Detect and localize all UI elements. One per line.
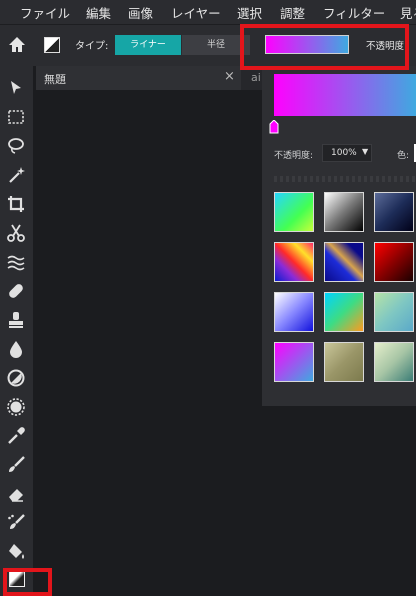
type-linear-button[interactable]: ライナー	[115, 35, 181, 55]
menu-layer[interactable]: レイヤー	[171, 3, 221, 22]
home-icon[interactable]	[7, 35, 27, 55]
gradient-icon	[44, 37, 60, 53]
highlight-box-gradient-tool	[3, 568, 52, 596]
menu-file[interactable]: ファイル	[20, 3, 70, 22]
highlight-box-gradient-preview	[240, 24, 409, 70]
color-label: 色:	[397, 151, 410, 161]
divider	[274, 176, 416, 182]
menu-image[interactable]: 画像	[128, 3, 153, 22]
gradient-preset[interactable]	[274, 192, 314, 232]
crop-icon[interactable]	[6, 194, 26, 214]
gradient-preset[interactable]	[324, 292, 364, 332]
brush-icon[interactable]	[6, 455, 26, 475]
opacity-value: 100%	[331, 148, 357, 158]
menu-edit[interactable]: 編集	[86, 3, 111, 22]
gradient-preset[interactable]	[374, 292, 414, 332]
sponge-icon[interactable]	[6, 397, 26, 417]
stamp-icon[interactable]	[6, 310, 26, 330]
chevron-down-icon: ▼	[362, 147, 369, 156]
panel-opacity-label: 不透明度:	[274, 151, 314, 161]
gradient-preset[interactable]	[374, 342, 414, 382]
gradient-preset[interactable]	[324, 242, 364, 282]
type-label: タイプ:	[75, 41, 109, 52]
tab-title: 無題	[44, 73, 66, 86]
tab-active[interactable]: 無題 ×	[36, 66, 241, 90]
menu-view[interactable]: 見る	[400, 3, 416, 22]
gradient-preset[interactable]	[274, 242, 314, 282]
blur-icon[interactable]	[6, 339, 26, 359]
gradient-editor-preview[interactable]	[274, 74, 416, 116]
gradient-preset[interactable]	[274, 292, 314, 332]
eraser-icon[interactable]	[6, 484, 26, 504]
move-icon[interactable]	[6, 78, 26, 98]
menu-adjust[interactable]: 調整	[280, 3, 305, 22]
tab-next[interactable]: ai	[251, 71, 261, 84]
scissors-icon[interactable]	[6, 223, 26, 243]
gradient-preset[interactable]	[374, 242, 414, 282]
eyedropper-icon[interactable]	[6, 426, 26, 446]
marquee-icon[interactable]	[6, 107, 26, 127]
lasso-icon[interactable]	[6, 136, 26, 156]
tab-close-icon[interactable]: ×	[224, 69, 235, 84]
dodge-icon[interactable]	[6, 368, 26, 388]
liquify-icon[interactable]	[6, 252, 26, 272]
opacity-select[interactable]: 100% ▼	[322, 144, 372, 162]
replace-color-icon[interactable]	[6, 513, 26, 533]
gradient-preset[interactable]	[324, 342, 364, 382]
magic-wand-icon[interactable]	[6, 165, 26, 185]
gradient-panel: 不透明度: 100% ▼ 色:	[262, 66, 416, 406]
paint-bucket-icon[interactable]	[6, 542, 26, 562]
tools-sidebar	[0, 66, 33, 596]
menu-bar: ファイル 編集 画像 レイヤー 選択 調整 フィルター 見る	[0, 0, 416, 24]
gradient-preset[interactable]	[374, 192, 414, 232]
healing-icon[interactable]	[6, 281, 26, 301]
color-stop-handle[interactable]	[269, 119, 279, 134]
menu-filter[interactable]: フィルター	[323, 3, 385, 22]
menu-select[interactable]: 選択	[237, 3, 262, 22]
gradient-preset[interactable]	[274, 342, 314, 382]
gradient-preset[interactable]	[324, 192, 364, 232]
